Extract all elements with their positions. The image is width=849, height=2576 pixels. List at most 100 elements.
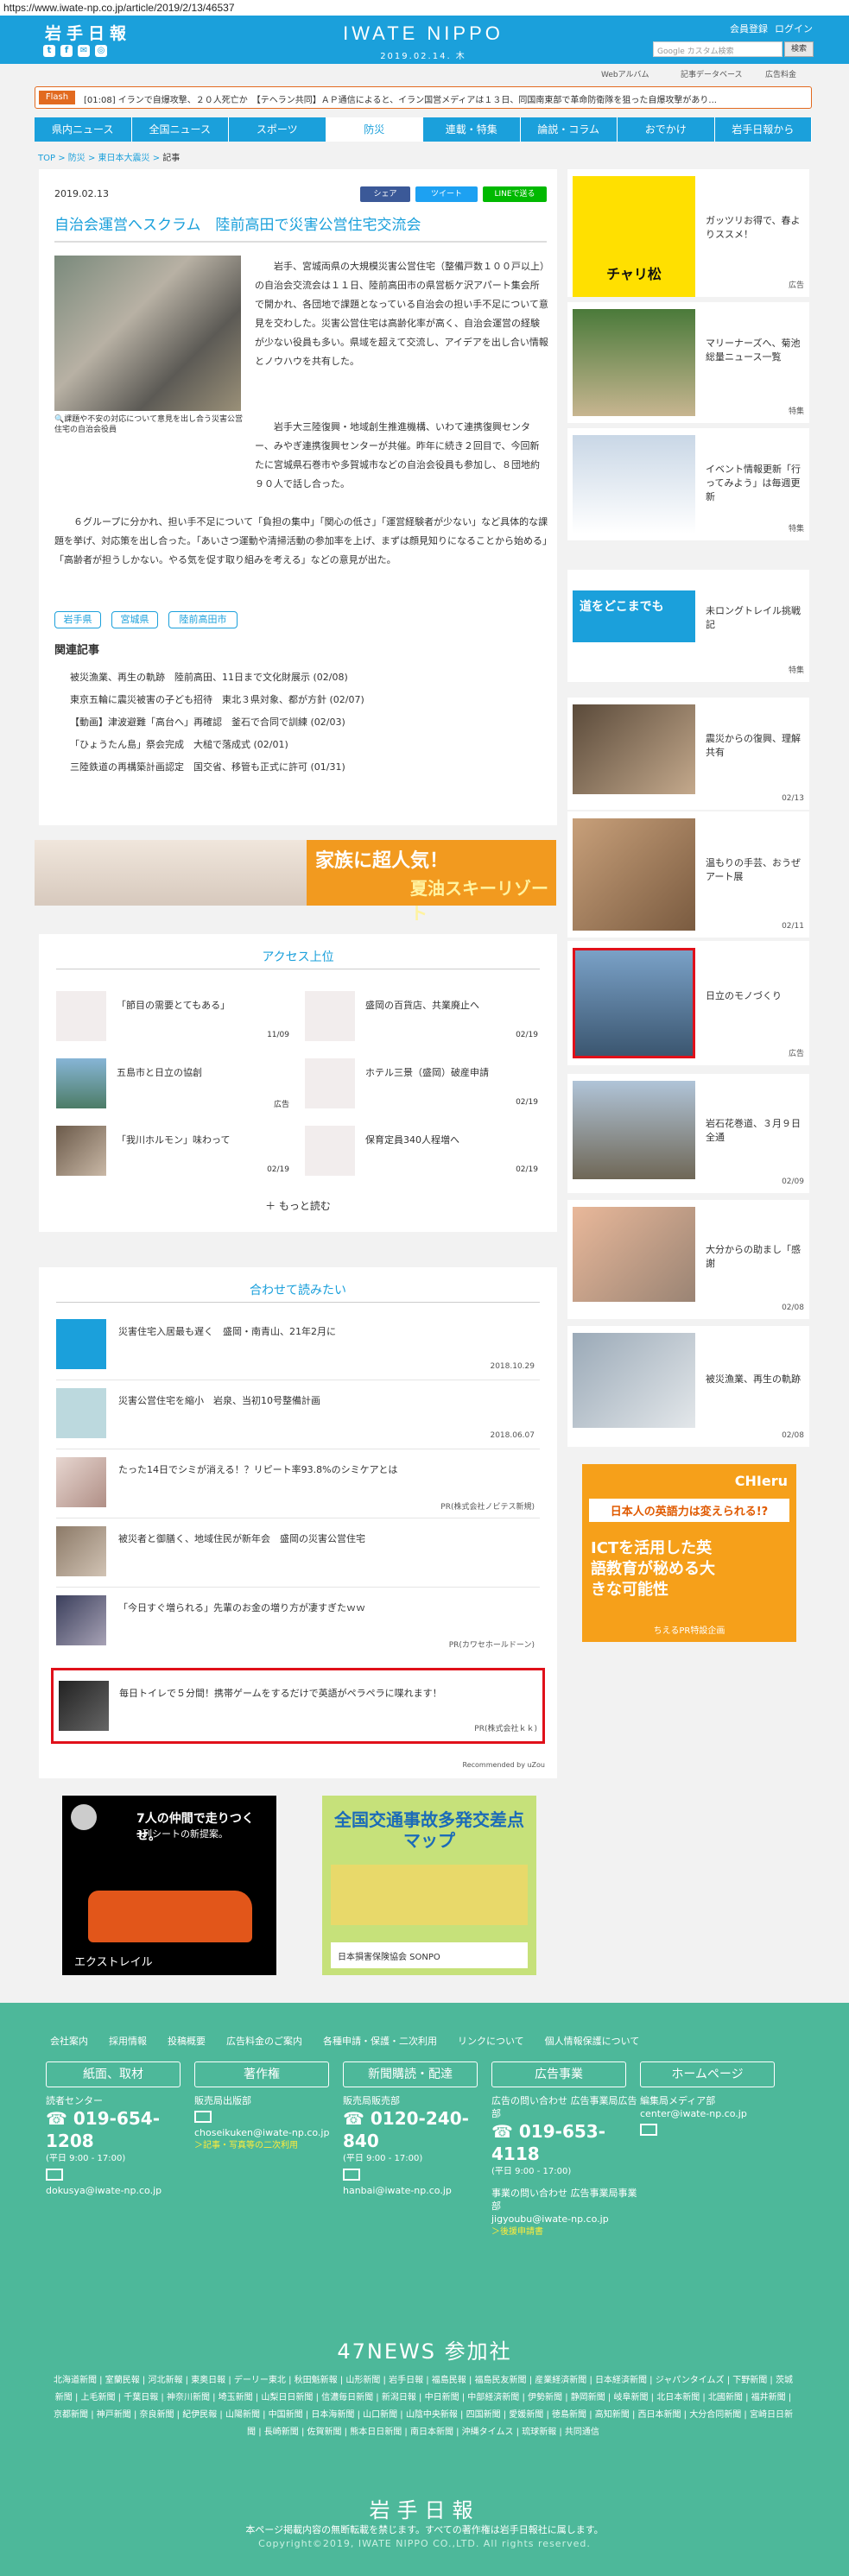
recommend-item-highlighted[interactable]: 毎日トイレで５分間！携帯ゲームをするだけで英語がペラペラに喋れます！ PR(株式…: [51, 1668, 545, 1744]
facebook-icon[interactable]: f: [60, 45, 73, 57]
flash-news[interactable]: Flash [01:08] イランで自爆攻撃、２０人死亡か 【テヘラン共同】ＡＰ…: [35, 86, 812, 109]
mail-icon[interactable]: [194, 2111, 212, 2123]
related-link[interactable]: 【動画】津波避難「高台へ」再確認 釜石で合同で訓練 (02/03): [70, 715, 345, 729]
nav-outing[interactable]: おでかけ: [618, 117, 715, 142]
phone-number[interactable]: ☎ 0120-240-840: [343, 2107, 490, 2152]
nav-features[interactable]: 連載・特集: [423, 117, 521, 142]
breadcrumb-311[interactable]: 東日本大震災: [98, 154, 150, 163]
footer-link[interactable]: 会社案内: [50, 2034, 88, 2048]
search-button[interactable]: 検索: [784, 41, 814, 57]
mail-icon[interactable]: [46, 2169, 63, 2181]
facebook-share-button[interactable]: シェア: [360, 186, 410, 202]
footer-button-copyright[interactable]: 著作権: [194, 2061, 329, 2087]
web-album-link[interactable]: Webアルバム: [601, 68, 649, 79]
sidebar-item[interactable]: イベント情報更新「行ってみよう」は毎週更新 特集: [567, 428, 809, 540]
phone-number[interactable]: ☎ 019-653-4118: [491, 2120, 638, 2165]
mail-icon[interactable]: [640, 2124, 657, 2136]
access-item[interactable]: 五島市と日立の協創 広告: [56, 1055, 289, 1115]
email-link[interactable]: jigyoubu@iwate-np.co.jp: [491, 2213, 638, 2226]
database-link[interactable]: 記事データベース: [681, 68, 743, 79]
tweet-button[interactable]: ツイート: [415, 186, 478, 202]
sidebar-item[interactable]: 大分からの助まし「感謝 02/08: [567, 1200, 809, 1319]
footer-logo[interactable]: 岩手日報: [0, 2493, 849, 2523]
mail-icon[interactable]: [343, 2169, 360, 2181]
footer-button-editorial[interactable]: 紙面、取材: [46, 2061, 181, 2087]
related-link[interactable]: 三陸鉄道の再構築計画認定 国交省、移管も正式に許可 (01/31): [70, 760, 345, 773]
nav-prefecture[interactable]: 県内ニュース: [35, 117, 132, 142]
flash-text[interactable]: [01:08] イランで自爆攻撃、２０人死亡か 【テヘラン共同】ＡＰ通信によると…: [84, 92, 801, 105]
search-input[interactable]: Google カスタム検索: [653, 41, 782, 57]
footer-button-subscription[interactable]: 新聞購読・配達: [343, 2061, 478, 2087]
email-link[interactable]: center@iwate-np.co.jp: [640, 2107, 787, 2120]
access-item[interactable]: 「節目の需要とてもある」 11/09: [56, 988, 289, 1048]
footer-link[interactable]: リンクについて: [458, 2034, 524, 2048]
email-link[interactable]: choseikuken@iwate-np.co.jp: [194, 2126, 341, 2139]
footer-link[interactable]: 広告料金のご案内: [226, 2034, 302, 2048]
article-thumbnail: [56, 1595, 106, 1645]
tag-rikuzentakata[interactable]: 陸前高田市: [168, 611, 238, 628]
recommend-item[interactable]: 災害公営住宅を縮小 岩泉、当初10号整備計画 2018.06.07: [56, 1381, 540, 1447]
sonpo-ad[interactable]: 全国交通事故多発交差点マップ 日本損害保険協会 SONPO: [322, 1796, 536, 1975]
phone-number[interactable]: ☎ 019-654-1208: [46, 2107, 193, 2152]
site-logo-center[interactable]: IWATE NIPPO: [337, 22, 510, 45]
recommend-item[interactable]: 「今日すぐ増られる」先輩のお金の増り方が凄すぎたｗｗ PR(カワセホールドーン): [56, 1588, 540, 1654]
email-link[interactable]: hanbai@iwate-np.co.jp: [343, 2184, 490, 2197]
sidebar-item[interactable]: 日立のモノづくり 広告: [567, 941, 809, 1065]
line-share-button[interactable]: LINEで送る: [483, 186, 547, 202]
access-item[interactable]: 保育定員340人程増へ 02/19: [305, 1122, 538, 1183]
access-item[interactable]: 盛岡の百貨店、共業廃止へ 02/19: [305, 988, 538, 1048]
access-item[interactable]: ホテル三景（盛岡）破産申請 02/19: [305, 1055, 538, 1115]
footer-link[interactable]: 採用情報: [109, 2034, 147, 2048]
footer-button-homepage[interactable]: ホームページ: [640, 2061, 775, 2087]
related-link[interactable]: 被災漁業、再生の軌跡 陸前高田、11日まで文化財展示 (02/08): [70, 670, 348, 684]
recommend-item[interactable]: 被災者と御膳く、地域住民が新年会 盛岡の災害公営住宅: [56, 1519, 540, 1585]
recommend-item[interactable]: たった14日でシミが消える！？リピート率93.8%のシミケアとは PR(株式会社…: [56, 1450, 540, 1516]
header-date: 2019.02.14. 木: [380, 52, 466, 61]
sidebar-item[interactable]: 道をどこまでも 未ロングトレイル挑戦記 特集: [567, 570, 809, 682]
breadcrumb-disaster[interactable]: 防災: [68, 154, 86, 163]
register-link[interactable]: 会員登録: [730, 22, 768, 35]
related-link[interactable]: 東京五輪に震災被害の子ども招待 東北３県対象、都が方針 (02/07): [70, 692, 364, 706]
47news-heading: 47NEWS 参加社: [337, 2339, 512, 2364]
related-link[interactable]: 「ひょうたん島」祭会完成 大槌で落成式 (02/01): [70, 737, 288, 751]
recommend-item[interactable]: 災害住宅入居最も遅く 盛岡・南青山、21年2月に 2018.10.29: [56, 1312, 540, 1378]
sidebar-item[interactable]: 震災からの復興、理解共有 02/13: [567, 698, 809, 810]
twitter-icon[interactable]: t: [43, 45, 55, 57]
47news-members[interactable]: 北海道新聞 | 室蘭民報 | 河北新報 | 東奥日報 | デーリー東北 | 秋田…: [52, 2372, 795, 2441]
sidebar-item[interactable]: 温もりの手芸、おうぜアート展 02/11: [567, 811, 809, 938]
sponsorship-link[interactable]: ＞後援申請書: [491, 2226, 638, 2238]
sidebar-item[interactable]: マリーナーズへ、菊池総量ニュース一覧 特集: [567, 302, 809, 423]
email-link[interactable]: dokusya@iwate-np.co.jp: [46, 2184, 193, 2197]
article: 2019.02.13 シェア ツイート LINEで送る 自治会運営へスクラム 陸…: [39, 169, 557, 825]
article-photo[interactable]: [54, 256, 241, 411]
footer-link[interactable]: 各種申請・保護・二次利用: [323, 2034, 437, 2048]
nav-disaster[interactable]: 防災: [326, 117, 423, 142]
recommend-credit[interactable]: Recommended by uZou: [463, 1761, 545, 1769]
instagram-icon[interactable]: ◎: [95, 45, 107, 57]
nav-national[interactable]: 全国ニュース: [132, 117, 229, 142]
read-more-button[interactable]: ＋ もっと読む: [39, 1198, 557, 1213]
access-item[interactable]: 「我川ホルモン」味わって 02/19: [56, 1122, 289, 1183]
sidebar-item[interactable]: 被災漁業、再生の軌跡 02/08: [567, 1326, 809, 1447]
article-thumbnail: [56, 1457, 106, 1507]
sidebar-item[interactable]: チャリ松 ガッツリお得で、春よりススメ！ 広告: [567, 169, 809, 297]
tag-iwate[interactable]: 岩手県: [54, 611, 101, 628]
login-link[interactable]: ログイン: [775, 22, 813, 35]
sidebar-item[interactable]: 岩石花巻道、３月９日全通 02/09: [567, 1074, 809, 1193]
breadcrumb-top[interactable]: TOP: [38, 154, 55, 163]
secondary-use-link[interactable]: ＞記事・写真等の二次利用: [194, 2139, 341, 2152]
site-logo[interactable]: 岩手日報: [45, 21, 131, 44]
footer-link[interactable]: 個人情報保護について: [545, 2034, 640, 2048]
ski-resort-banner[interactable]: 家族に超人気！ 夏油スキーリゾート: [35, 840, 556, 924]
ad-rate-link[interactable]: 広告料金: [765, 68, 796, 79]
nav-opinion[interactable]: 論説・コラム: [521, 117, 618, 142]
nissan-ad[interactable]: 7人の仲間で走りつくせ。 3列シートの新提案。 エクストレイル: [62, 1796, 276, 1975]
footer-link[interactable]: 投稿概要: [168, 2034, 206, 2048]
nav-sports[interactable]: スポーツ: [229, 117, 326, 142]
mail-icon[interactable]: ✉: [78, 45, 90, 57]
footer-button-advertising[interactable]: 広告事業: [491, 2061, 626, 2087]
nav-from-nippo[interactable]: 岩手日報から: [715, 117, 812, 142]
tag-miyagi[interactable]: 宮城県: [111, 611, 158, 628]
chieru-ad[interactable]: CHIeru 日本人の英語力は変えられる!? ICTを活用した英語教育が秘める大…: [582, 1464, 796, 1642]
article-para-2: 岩手大三陸復興・地域創生推進機構、いわて連携復興センター、みやぎ連携復興センター…: [255, 421, 540, 489]
